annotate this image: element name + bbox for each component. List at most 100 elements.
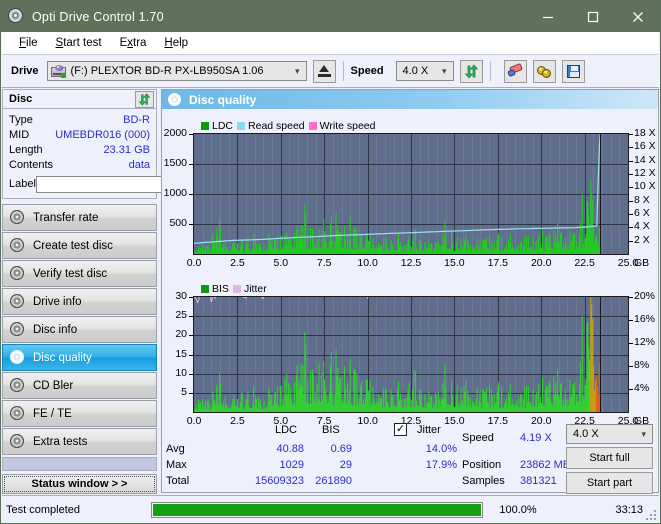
sidebar-filler	[2, 457, 157, 471]
ldc-chart-xtick: 7.5	[316, 257, 332, 269]
stats-panel: LDC BIS ✓ Jitter Avg 40.88 0.69 14.0% Ma…	[162, 420, 658, 494]
drive-select-value: (F:) PLEXTOR BD-R PX-LB950SA 1.06	[70, 65, 264, 77]
speed-select[interactable]: 4.0 X ▾	[395, 61, 454, 81]
sidebar-item-disc-quality[interactable]: Disc quality	[2, 344, 157, 371]
sidebar-item-fe-te[interactable]: FE / TE	[2, 400, 157, 427]
sidebar-item-create-test-disc[interactable]: Create test disc	[2, 232, 157, 259]
sidebar-item-cd-bler[interactable]: CD Bler	[2, 372, 157, 399]
ldc-chart-ytick: 500	[169, 217, 187, 229]
window-title: Opti Drive Control 1.70	[32, 9, 164, 24]
disc-row-mid: MID UMEBDR016 (000)	[9, 127, 150, 142]
sidebar-item-drive-info[interactable]: Drive info	[2, 288, 157, 315]
disc-row-value: 23.31 GB	[103, 143, 150, 156]
page-title: Disc quality	[189, 92, 257, 107]
sidebar-item-verify-test-disc[interactable]: Verify test disc	[2, 260, 157, 287]
ldc-chart-xtick: 5.0	[273, 257, 289, 269]
disc-row-length: Length 23.31 GB	[9, 142, 150, 157]
start-part-button[interactable]: Start part	[566, 472, 653, 494]
test-speed-select[interactable]: 4.0 X ▾	[566, 424, 653, 444]
title-bar: Opti Drive Control 1.70	[1, 1, 660, 32]
axis-tick	[629, 187, 633, 188]
legend-entry: LDC	[201, 120, 233, 132]
start-full-button[interactable]: Start full	[566, 447, 653, 469]
disc-quality-icon	[168, 92, 182, 107]
jitter-checkbox[interactable]: ✓	[394, 423, 407, 436]
disc-row-value: UMEBDR016 (000)	[55, 128, 150, 141]
menu-help[interactable]: Help	[155, 35, 197, 51]
bis-chart-legend: BIS Jitter	[201, 283, 267, 295]
sidebar-item-extra-tests[interactable]: Extra tests	[2, 428, 157, 455]
bis-chart-plot-area	[193, 296, 629, 413]
disc-test-icon	[10, 210, 25, 225]
legend-label: LDC	[212, 120, 234, 132]
erase-button[interactable]	[503, 59, 527, 83]
save-icon	[566, 64, 580, 78]
close-icon[interactable]	[615, 1, 660, 32]
stats-max-ldc: 1029	[279, 459, 304, 471]
disc-verify-icon	[10, 266, 25, 281]
axis-tick	[189, 393, 193, 394]
disc-panel-title: Disc	[9, 93, 33, 105]
sidebar-item-label: Verify test disc	[33, 267, 108, 280]
stats-total-ldc: 15609323	[255, 475, 304, 487]
series-read-speed	[194, 134, 601, 244]
coins-icon	[536, 65, 552, 78]
sidebar-item-transfer-rate[interactable]: Transfer rate	[2, 204, 157, 231]
refresh-button[interactable]	[459, 59, 483, 83]
disc-burn-icon	[10, 238, 25, 253]
stats-total-bis: 261890	[315, 475, 352, 487]
stats-max-bis: 29	[339, 459, 352, 471]
legend-entry: Write speed	[308, 120, 376, 132]
disc-quality-icon	[10, 350, 25, 365]
menu-start-test[interactable]: Start test	[47, 35, 111, 51]
ldc-chart-xtick: 12.5	[400, 257, 422, 269]
stats-col-bis: BIS	[322, 424, 340, 436]
bis-chart-ytick: 30	[175, 290, 187, 302]
status-window-button[interactable]: Status window > >	[2, 474, 157, 494]
axis-tick	[629, 389, 633, 390]
stats-row-label-avg: Avg	[166, 443, 185, 455]
ldc-chart-y2tick: 2 X	[634, 233, 650, 246]
ldc-chart-y2tick: 12 X	[634, 167, 656, 179]
axis-tick	[629, 174, 633, 175]
drive-select[interactable]: (F:) PLEXTOR BD-R PX-LB950SA 1.06 ▾	[46, 61, 307, 81]
axis-tick	[629, 227, 633, 228]
save-button[interactable]	[561, 59, 585, 83]
progress-bar-fill	[153, 503, 481, 516]
sidebar-item-label: Transfer rate	[33, 211, 99, 224]
disc-row-type: Type BD-R	[9, 112, 150, 127]
axis-tick	[189, 355, 193, 356]
bookmarks-button[interactable]	[532, 59, 556, 83]
disc-refresh-button[interactable]	[135, 90, 154, 108]
legend-swatch-icon	[308, 122, 317, 130]
maximize-icon[interactable]	[570, 1, 615, 32]
menu-file[interactable]: FFileile	[10, 35, 47, 51]
axis-tick	[189, 224, 193, 225]
axis-tick	[189, 164, 193, 165]
bis-chart-y2tick: 8%	[634, 359, 650, 371]
eject-button[interactable]	[312, 59, 336, 83]
disc-row-key: Contents	[9, 158, 54, 171]
disc-row-value: data	[128, 158, 150, 171]
ldc-chart-series	[194, 134, 601, 254]
menu-extra[interactable]: Extra	[111, 35, 156, 51]
bis-chart-ytick: 10	[175, 366, 187, 379]
ldc-chart-xtick: 22.5	[574, 257, 595, 269]
disc-label-key: Label	[9, 178, 36, 190]
ldc-chart-xtick: 0.0	[186, 257, 202, 269]
minimize-icon[interactable]	[525, 1, 570, 32]
ldc-chart-y2tick: 6 X	[634, 207, 650, 219]
status-bar: Test completed 100.0% 33:13	[2, 495, 659, 523]
toolbar: Drive (F:) PLEXTOR BD-R PX-LB950SA 1.06 …	[2, 54, 659, 88]
axis-tick	[629, 241, 633, 242]
ldc-chart-ytick: 2000	[163, 127, 187, 139]
content-pane: Disc quality LDC Read speed Write speed 500…	[161, 89, 659, 494]
legend-label: Read speed	[248, 120, 305, 132]
legend-swatch-icon	[237, 122, 246, 130]
progress-percent: 100.0%	[499, 503, 537, 516]
optical-drive-icon	[50, 64, 66, 78]
resize-grip-icon[interactable]	[646, 510, 656, 520]
disc-bler-icon	[10, 378, 25, 393]
sidebar-item-disc-info[interactable]: Disc info	[2, 316, 157, 343]
drive-label: Drive	[11, 65, 39, 77]
